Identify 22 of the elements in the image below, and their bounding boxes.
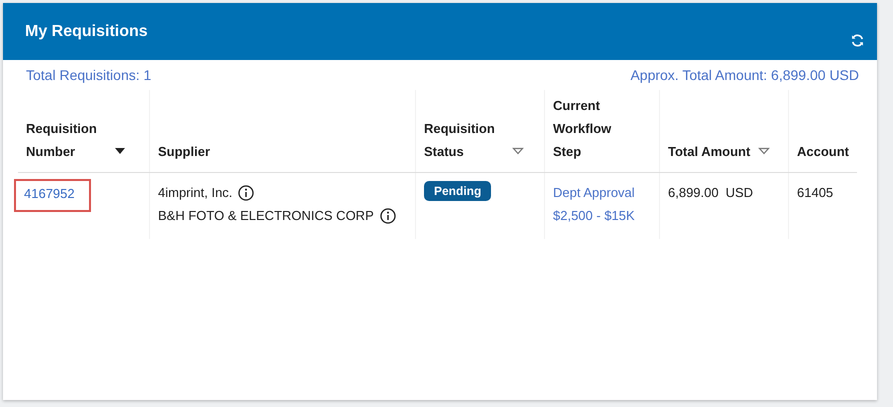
workflow-step-link[interactable]: $2,500 - $15K	[553, 204, 651, 227]
total-amount: Approx. Total Amount: 6,899.00 USD	[630, 67, 859, 85]
sort-caret-icon[interactable]	[114, 147, 126, 155]
refresh-icon[interactable]	[850, 33, 865, 48]
info-icon[interactable]	[238, 184, 254, 200]
requisition-link[interactable]: 4167952	[14, 179, 91, 212]
column-header[interactable]: Supplier	[158, 140, 210, 163]
status-badge: Pending	[424, 181, 492, 201]
column-header[interactable]: Account	[797, 140, 849, 163]
column-header[interactable]: Requisition Status	[424, 117, 504, 163]
account-number: 61405	[797, 185, 834, 200]
supplier-name: 4imprint, Inc.	[158, 184, 232, 202]
column-header[interactable]: Requisition Number	[26, 117, 106, 163]
currency-code: USD	[726, 184, 754, 202]
supplier-name: B&H FOTO & ELECTRONICS CORP	[158, 207, 374, 225]
column-header[interactable]: Current Workflow Step	[553, 94, 623, 163]
total-requisitions: Total Requisitions: 1	[26, 67, 152, 85]
workflow-step-link[interactable]: Dept Approval	[553, 181, 651, 204]
panel-title: My Requisitions	[25, 23, 148, 41]
amount-value: 6,899.00	[668, 184, 719, 202]
column-header[interactable]: Total Amount	[668, 140, 750, 163]
info-icon[interactable]	[380, 208, 396, 224]
